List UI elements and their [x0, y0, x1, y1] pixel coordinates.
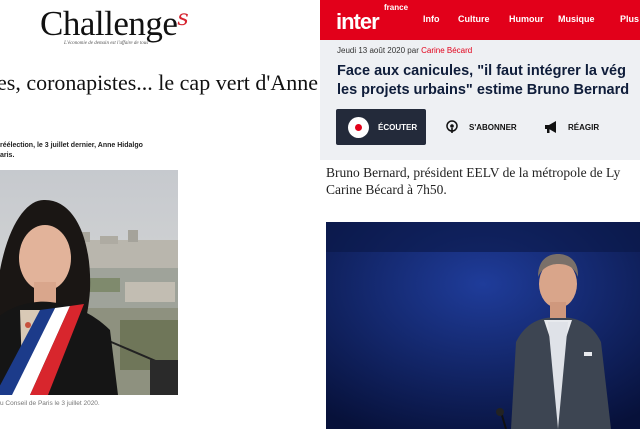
- article-headline: es, coronapistes... le cap vert d'Anne: [0, 70, 319, 95]
- episode-meta: Jeudi 13 août 2020 par Carine Bécard: [337, 46, 472, 55]
- challenges-logo-s: s: [177, 6, 189, 31]
- hidalgo-photo-illustration: [0, 170, 178, 395]
- nav-culture[interactable]: Culture: [458, 14, 509, 24]
- logo-france: france: [384, 3, 409, 12]
- challenges-logo[interactable]: Challenges: [40, 4, 189, 44]
- listen-button[interactable]: ÉCOUTER: [336, 109, 426, 145]
- article-intro-line: réélection, le 3 juillet dernier, Anne H…: [0, 142, 143, 149]
- nav-info[interactable]: Info: [423, 14, 458, 24]
- episode-title: Face aux canicules, "il faut intégrer la…: [337, 62, 629, 100]
- bernard-photo-illustration: [326, 222, 640, 429]
- episode-title-line: Face aux canicules, "il faut intégrer la…: [337, 63, 626, 79]
- logo-inter: inter: [336, 9, 380, 34]
- episode-title-line: les projets urbains" estime Bruno Bernar…: [337, 82, 630, 98]
- subscribe-button[interactable]: S'ABONNER: [445, 109, 517, 145]
- nav-musique[interactable]: Musique: [558, 14, 620, 24]
- france-inter-page: france inter Info Culture Humour Musique…: [320, 0, 640, 429]
- photo-caption: u Conseil de Paris le 3 juillet 2020.: [0, 400, 100, 407]
- episode-by: par: [407, 46, 419, 55]
- nav-humour[interactable]: Humour: [509, 14, 558, 24]
- hidalgo-photo: [0, 170, 178, 395]
- episode-lead-line: Carine Bécard à 7h50.: [326, 182, 447, 197]
- react-button[interactable]: RÉAGIR: [544, 109, 599, 145]
- episode-date: Jeudi 13 août 2020: [337, 46, 406, 55]
- author-link[interactable]: Carine Bécard: [421, 46, 472, 55]
- site-header: france inter Info Culture Humour Musique…: [320, 0, 640, 40]
- episode-lead-line: Bruno Bernard, président EELV de la métr…: [326, 165, 621, 180]
- bernard-photo: [326, 222, 640, 429]
- challenges-tagline: L'économie de demain est l'affaire de to…: [64, 41, 149, 46]
- subscribe-label: S'ABONNER: [469, 122, 517, 132]
- play-icon: [348, 116, 369, 138]
- challenges-page: Challenges L'économie de demain est l'af…: [0, 0, 320, 429]
- main-nav: Info Culture Humour Musique Plus: [423, 14, 639, 24]
- nav-plus[interactable]: Plus: [620, 14, 639, 24]
- podcast-icon: [446, 120, 458, 133]
- article-intro: réélection, le 3 juillet dernier, Anne H…: [0, 141, 175, 161]
- listen-label: ÉCOUTER: [378, 122, 418, 132]
- article-intro-line: aris.: [0, 152, 15, 159]
- react-label: RÉAGIR: [568, 122, 600, 132]
- megaphone-icon: [545, 121, 556, 133]
- challenges-logo-text: Challenge: [40, 4, 178, 43]
- episode-card: Jeudi 13 août 2020 par Carine Bécard Fac…: [320, 40, 640, 160]
- episode-lead: Bruno Bernard, président EELV de la métr…: [326, 164, 620, 198]
